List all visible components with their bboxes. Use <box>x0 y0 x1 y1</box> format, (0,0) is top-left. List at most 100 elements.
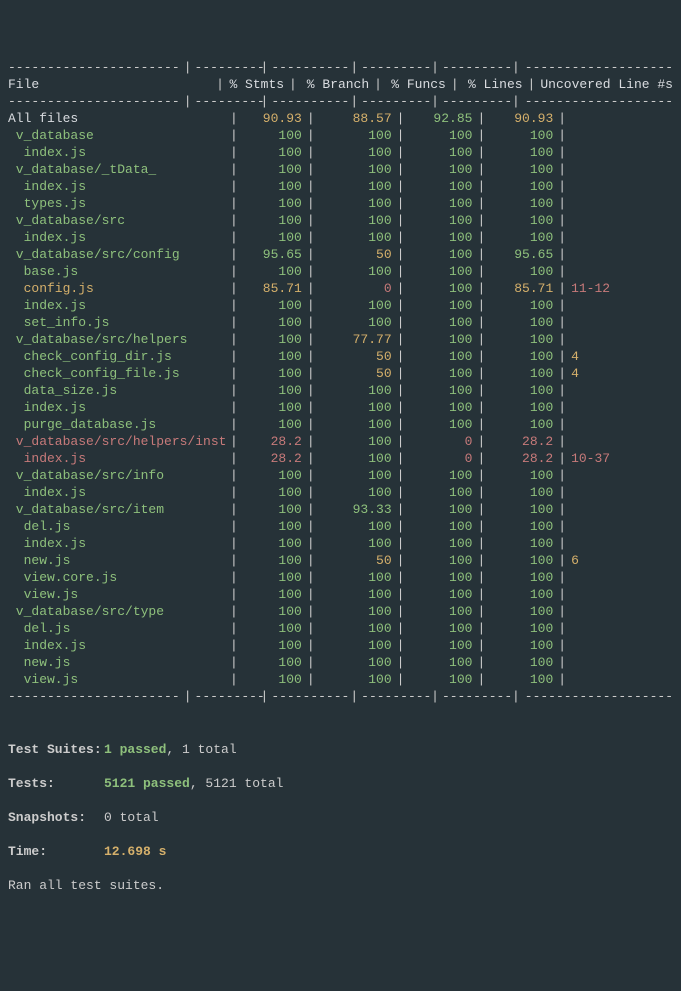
cell-branch: 100 <box>318 586 394 603</box>
cell-lines: 100 <box>488 586 555 603</box>
cell-branch: 100 <box>318 416 394 433</box>
cell-branch: 50 <box>318 348 394 365</box>
cell-stmts: 100 <box>241 399 304 416</box>
cell-uncov: 11-12 <box>569 280 673 297</box>
cell-file: All files <box>8 110 227 127</box>
cell-funcs: 100 <box>407 263 474 280</box>
cell-file: v_database/src <box>8 212 227 229</box>
cell-funcs: 100 <box>407 535 474 552</box>
cell-stmts: 28.2 <box>241 433 304 450</box>
cell-uncov <box>569 144 673 161</box>
cell-lines: 100 <box>488 416 555 433</box>
table-row: purge_database.js|100|100|100|100| <box>8 416 673 433</box>
cell-file: new.js <box>8 552 227 569</box>
cell-lines: 85.71 <box>488 280 555 297</box>
cell-funcs: 100 <box>407 603 474 620</box>
cell-stmts: 100 <box>241 603 304 620</box>
cell-lines: 100 <box>488 603 555 620</box>
cell-branch: 100 <box>318 467 394 484</box>
table-row: del.js|100|100|100|100| <box>8 518 673 535</box>
cell-funcs: 100 <box>407 637 474 654</box>
cell-file: v_database/src/type <box>8 603 227 620</box>
cell-uncov <box>569 637 673 654</box>
cell-funcs: 100 <box>407 348 474 365</box>
cell-lines: 100 <box>488 314 555 331</box>
cell-branch: 100 <box>318 263 394 280</box>
cell-lines: 100 <box>488 297 555 314</box>
table-row: v_database/src/info|100|100|100|100| <box>8 467 673 484</box>
cell-uncov <box>569 382 673 399</box>
table-row: config.js|85.71|0|100|85.71|11-12 <box>8 280 673 297</box>
cell-file: v_database/_tData_ <box>8 161 227 178</box>
cell-funcs: 100 <box>407 586 474 603</box>
cell-branch: 100 <box>318 229 394 246</box>
table-row: v_database/_tData_|100|100|100|100| <box>8 161 673 178</box>
cell-uncov <box>569 110 673 127</box>
cell-funcs: 100 <box>407 280 474 297</box>
cell-funcs: 100 <box>407 416 474 433</box>
cell-file: v_database/src/helpers/install <box>8 433 227 450</box>
cell-branch: 100 <box>318 178 394 195</box>
cell-stmts: 95.65 <box>241 246 304 263</box>
cell-uncov <box>569 297 673 314</box>
cell-uncov <box>569 467 673 484</box>
table-row: index.js|100|100|100|100| <box>8 144 673 161</box>
cell-stmts: 85.71 <box>241 280 304 297</box>
cell-uncov <box>569 433 673 450</box>
cell-funcs: 0 <box>407 450 474 467</box>
cell-stmts: 100 <box>241 620 304 637</box>
table-row: index.js|100|100|100|100| <box>8 399 673 416</box>
cell-lines: 100 <box>488 501 555 518</box>
cell-uncov <box>569 127 673 144</box>
cell-lines: 100 <box>488 399 555 416</box>
cell-funcs: 100 <box>407 399 474 416</box>
table-row: types.js|100|100|100|100| <box>8 195 673 212</box>
cell-branch: 100 <box>318 382 394 399</box>
cell-file: config.js <box>8 280 227 297</box>
cell-lines: 100 <box>488 348 555 365</box>
header-row: File|% Stmts|% Branch|% Funcs|% Lines|Un… <box>8 76 673 93</box>
table-row: v_database/src/type|100|100|100|100| <box>8 603 673 620</box>
col-file: File <box>8 76 213 93</box>
cell-file: index.js <box>8 144 227 161</box>
cell-file: purge_database.js <box>8 416 227 433</box>
col-funcs: % Funcs <box>385 76 448 93</box>
table-row: base.js|100|100|100|100| <box>8 263 673 280</box>
cell-uncov <box>569 178 673 195</box>
cell-branch: 100 <box>318 161 394 178</box>
cell-file: index.js <box>8 399 227 416</box>
cell-file: set_info.js <box>8 314 227 331</box>
cell-file: v_database/src/item <box>8 501 227 518</box>
cell-stmts: 100 <box>241 348 304 365</box>
cell-branch: 100 <box>318 195 394 212</box>
cell-file: index.js <box>8 178 227 195</box>
cell-uncov <box>569 501 673 518</box>
cell-lines: 100 <box>488 620 555 637</box>
cell-uncov <box>569 246 673 263</box>
cell-file: v_database/src/helpers <box>8 331 227 348</box>
table-row: check_config_dir.js|100|50|100|100|4 <box>8 348 673 365</box>
cell-file: check_config_file.js <box>8 365 227 382</box>
cell-funcs: 100 <box>407 382 474 399</box>
cell-uncov <box>569 161 673 178</box>
cell-stmts: 100 <box>241 484 304 501</box>
cell-lines: 100 <box>488 161 555 178</box>
cell-stmts: 28.2 <box>241 450 304 467</box>
cell-stmts: 100 <box>241 518 304 535</box>
cell-funcs: 100 <box>407 331 474 348</box>
cell-branch: 100 <box>318 144 394 161</box>
table-row: v_database/src|100|100|100|100| <box>8 212 673 229</box>
summary-snapshots: Snapshots:0 total <box>8 809 673 826</box>
cell-uncov: 4 <box>569 365 673 382</box>
cell-funcs: 100 <box>407 569 474 586</box>
cell-funcs: 100 <box>407 552 474 569</box>
table-row: data_size.js|100|100|100|100| <box>8 382 673 399</box>
cell-funcs: 0 <box>407 433 474 450</box>
cell-stmts: 100 <box>241 586 304 603</box>
cell-file: view.js <box>8 586 227 603</box>
cell-lines: 100 <box>488 127 555 144</box>
cell-branch: 100 <box>318 450 394 467</box>
cell-uncov <box>569 263 673 280</box>
table-row: index.js|100|100|100|100| <box>8 297 673 314</box>
table-row: v_database|100|100|100|100| <box>8 127 673 144</box>
